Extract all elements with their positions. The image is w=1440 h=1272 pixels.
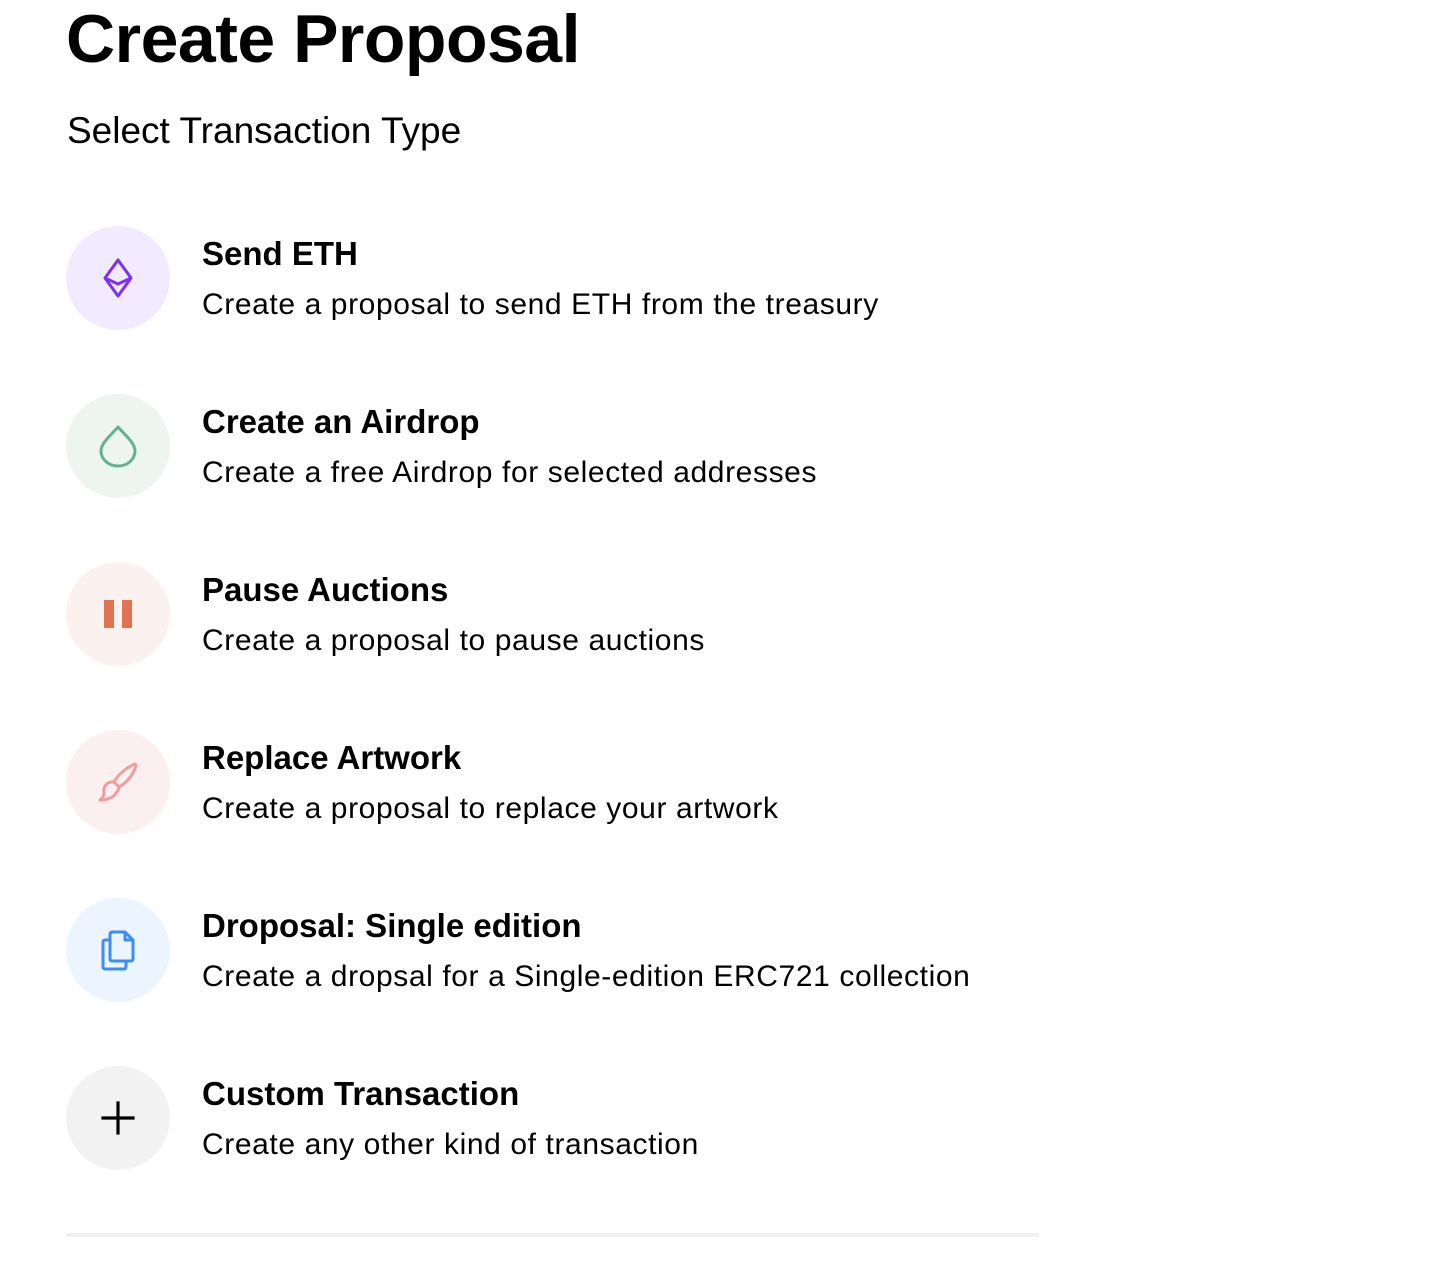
- airdrop-icon-circle: [66, 394, 170, 498]
- transaction-type-list: Send ETH Create a proposal to send ETH f…: [66, 226, 1046, 1170]
- droposal-icon-circle: [66, 898, 170, 1002]
- send-eth-title: Send ETH: [202, 235, 358, 272]
- replace-artwork-title: Replace Artwork: [202, 739, 462, 776]
- send-eth-description: Create a proposal to send ETH from the t…: [202, 288, 879, 321]
- page-title: Create Proposal: [66, 1, 581, 77]
- custom-transaction-title: Custom Transaction: [202, 1075, 520, 1112]
- transaction-type-pause-auctions[interactable]: Pause Auctions Create a proposal to paus…: [66, 562, 1046, 666]
- plus-icon: [101, 1101, 135, 1135]
- custom-transaction-description: Create any other kind of transaction: [202, 1128, 699, 1161]
- send-eth-icon-circle: [66, 226, 170, 330]
- replace-artwork-icon-circle: [66, 730, 170, 834]
- pause-auctions-description: Create a proposal to pause auctions: [202, 624, 705, 657]
- transaction-type-replace-artwork[interactable]: Replace Artwork Create a proposal to rep…: [66, 730, 1046, 834]
- replace-artwork-description: Create a proposal to replace your artwor…: [202, 792, 779, 825]
- section-subtitle: Select Transaction Type: [67, 110, 462, 151]
- droposal-title: Droposal: Single edition: [202, 907, 582, 944]
- custom-transaction-icon-circle: [66, 1066, 170, 1170]
- eth-icon: [103, 258, 133, 298]
- pause-icon: [104, 600, 132, 628]
- transaction-type-create-airdrop[interactable]: Create an Airdrop Create a free Airdrop …: [66, 394, 1046, 498]
- droposal-description: Create a dropsal for a Single-edition ER…: [202, 960, 971, 993]
- transaction-type-droposal-single-edition[interactable]: Droposal: Single edition Create a dropsa…: [66, 898, 1046, 1002]
- bottom-divider: [66, 1233, 1039, 1237]
- pause-auctions-title: Pause Auctions: [202, 571, 449, 608]
- copy-icon: [101, 930, 135, 971]
- paintbrush-icon: [98, 762, 138, 802]
- transaction-type-send-eth[interactable]: Send ETH Create a proposal to send ETH f…: [66, 226, 1046, 330]
- transaction-type-custom-transaction[interactable]: Custom Transaction Create any other kind…: [66, 1066, 1046, 1170]
- pause-icon-circle: [66, 562, 170, 666]
- create-airdrop-title: Create an Airdrop: [202, 403, 480, 440]
- droplet-icon: [99, 425, 137, 468]
- create-airdrop-description: Create a free Airdrop for selected addre…: [202, 456, 818, 489]
